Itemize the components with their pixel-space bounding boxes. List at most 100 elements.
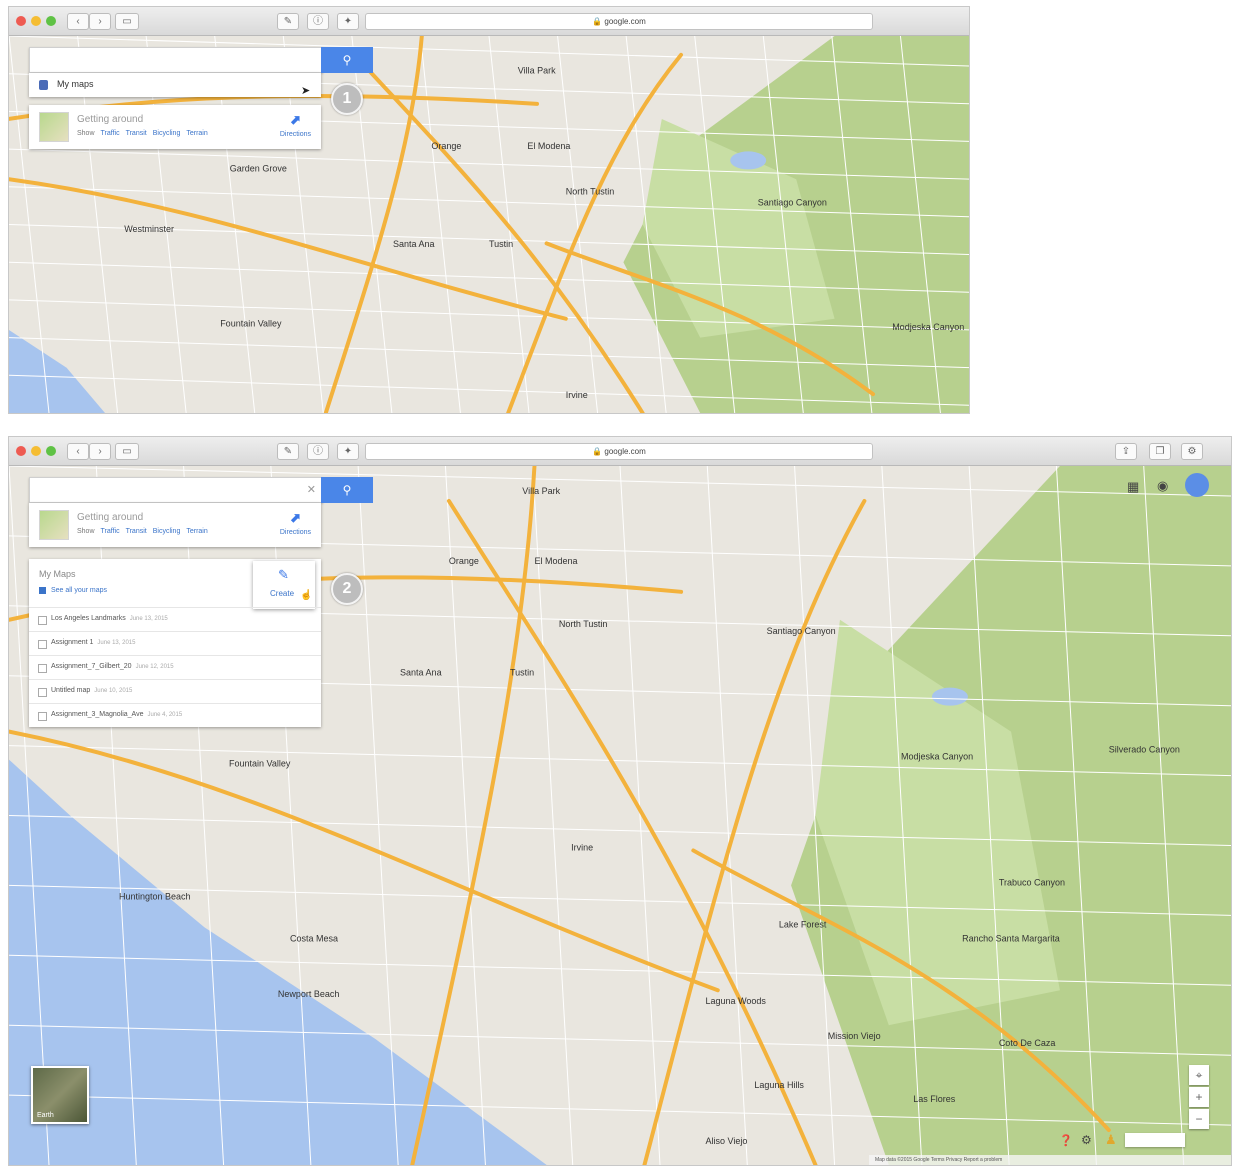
terrain-link[interactable]: Terrain bbox=[186, 130, 207, 137]
map-list-item[interactable]: Assignment_3_Magnolia_Ave June 4, 2015 bbox=[29, 703, 321, 728]
place-label: Mission Viejo bbox=[828, 1031, 881, 1041]
my-maps-suggestion[interactable]: My maps ➤ bbox=[29, 73, 321, 97]
directions-link[interactable]: Directions bbox=[280, 529, 311, 536]
place-label: Westminster bbox=[124, 224, 174, 234]
bicycling-link[interactable]: Bicycling bbox=[153, 528, 181, 535]
search-button[interactable]: ⚲ bbox=[321, 47, 373, 73]
bicycling-link[interactable]: Bicycling bbox=[153, 130, 181, 137]
place-label: Modjeska Canyon bbox=[901, 752, 973, 762]
directions-link[interactable]: Directions bbox=[280, 131, 311, 138]
getting-around-title: Getting around bbox=[77, 512, 144, 523]
sidebar-toggle-button[interactable]: ▭ bbox=[115, 13, 139, 30]
terrain-link[interactable]: Terrain bbox=[186, 528, 207, 535]
settings-gear-icon[interactable]: ⚙ bbox=[1081, 1133, 1092, 1147]
avatar[interactable] bbox=[1185, 473, 1209, 497]
place-label: Costa Mesa bbox=[290, 933, 338, 943]
directions-icon[interactable]: ⬈ bbox=[290, 510, 301, 526]
map-list-item[interactable]: Assignment 1 June 13, 2015 bbox=[29, 631, 321, 656]
share-icon[interactable]: ⇪ bbox=[1115, 443, 1137, 460]
browser-window-step-2: ‹ › ▭ ✎ ⓘ ✦ 🔒 google.com ⇪ ❐ ⚙ Orange El … bbox=[8, 436, 1232, 1166]
step-callout-1: 1 bbox=[331, 83, 363, 115]
address-bar[interactable]: 🔒 google.com bbox=[365, 443, 873, 460]
lake-water bbox=[931, 687, 968, 706]
checkbox-icon[interactable] bbox=[38, 664, 47, 673]
map-name: Los Angeles Landmarks June 13, 2015 bbox=[51, 615, 168, 622]
map-list-item[interactable]: Untitled map June 10, 2015 bbox=[29, 679, 321, 704]
forward-button[interactable]: › bbox=[89, 443, 111, 460]
apps-grid-icon[interactable]: ▦ bbox=[1127, 479, 1139, 495]
transit-link[interactable]: Transit bbox=[126, 528, 147, 535]
place-label: Silverado Canyon bbox=[1109, 745, 1180, 755]
url-text: google.com bbox=[604, 447, 646, 456]
pegman-icon[interactable]: ♟ bbox=[1105, 1132, 1117, 1148]
getting-around-card[interactable]: Getting around Show Traffic Transit Bicycli… bbox=[29, 503, 321, 547]
zoom-in-button[interactable]: + bbox=[1189, 1087, 1209, 1107]
search-button[interactable]: ⚲ bbox=[321, 477, 373, 503]
zoom-window-button[interactable] bbox=[46, 446, 56, 456]
search-input[interactable] bbox=[36, 480, 300, 502]
sidebar-toggle-button[interactable]: ▭ bbox=[115, 443, 139, 460]
notifications-icon[interactable]: ◉ bbox=[1157, 478, 1168, 494]
zoom-window-button[interactable] bbox=[46, 16, 56, 26]
settings-gear-icon[interactable]: ⚙ bbox=[1181, 443, 1203, 460]
create-label: Create bbox=[270, 589, 295, 598]
help-icon[interactable]: ❓ bbox=[1059, 1134, 1073, 1147]
reader-icon[interactable]: ⓘ bbox=[307, 13, 329, 30]
my-maps-panel: My Maps See all your maps ✎ Create ☝ Los… bbox=[29, 559, 321, 727]
place-label: Huntington Beach bbox=[119, 891, 191, 901]
search-icon: ⚲ bbox=[342, 483, 352, 497]
cursor-icon: ☝ bbox=[300, 590, 313, 601]
forward-button[interactable]: › bbox=[89, 13, 111, 30]
transit-link[interactable]: Transit bbox=[126, 130, 147, 137]
my-location-button[interactable]: ⌖ bbox=[1189, 1065, 1209, 1085]
checkbox-icon[interactable] bbox=[38, 688, 47, 697]
directions-icon[interactable]: ⬈ bbox=[290, 112, 301, 128]
place-label: Modjeska Canyon bbox=[892, 322, 964, 332]
zoom-out-button[interactable]: − bbox=[1189, 1109, 1209, 1129]
earth-view-toggle[interactable]: Earth bbox=[31, 1066, 89, 1124]
pin-icon[interactable]: ✦ bbox=[337, 13, 359, 30]
back-button[interactable]: ‹ bbox=[67, 443, 89, 460]
search-box[interactable] bbox=[29, 47, 323, 73]
minimize-window-button[interactable] bbox=[31, 446, 41, 456]
close-window-button[interactable] bbox=[16, 446, 26, 456]
close-icon[interactable]: ✕ bbox=[307, 483, 316, 496]
checkbox-icon[interactable] bbox=[38, 616, 47, 625]
checkbox-icon[interactable] bbox=[38, 640, 47, 649]
place-label: Villa Park bbox=[522, 486, 560, 496]
place-label: Laguna Hills bbox=[754, 1080, 804, 1090]
map-title: Assignment_3_Magnolia_Ave bbox=[51, 711, 144, 718]
place-label: Irvine bbox=[566, 390, 588, 400]
place-label: Newport Beach bbox=[278, 989, 340, 999]
checkbox-icon[interactable] bbox=[38, 712, 47, 721]
see-all-maps-link[interactable]: See all your maps bbox=[51, 587, 107, 594]
step-callout-2: 2 bbox=[331, 573, 363, 605]
traffic-link[interactable]: Traffic bbox=[101, 528, 120, 535]
place-label: North Tustin bbox=[559, 619, 608, 629]
map-list-item[interactable]: Assignment_7_Gilbert_20 June 12, 2015 bbox=[29, 655, 321, 680]
place-label: Aliso Viejo bbox=[706, 1136, 748, 1146]
minimize-window-button[interactable] bbox=[31, 16, 41, 26]
create-map-button[interactable]: ✎ Create ☝ bbox=[253, 561, 315, 609]
map-list-item[interactable]: Los Angeles Landmarks June 13, 2015 bbox=[29, 607, 321, 632]
search-box[interactable]: ✕ bbox=[29, 477, 323, 503]
place-label: Laguna Woods bbox=[706, 996, 767, 1006]
person-icon bbox=[39, 80, 48, 90]
close-window-button[interactable] bbox=[16, 16, 26, 26]
extension-icon[interactable]: ✎ bbox=[277, 13, 299, 30]
tabs-icon[interactable]: ❐ bbox=[1149, 443, 1171, 460]
pin-icon[interactable]: ✦ bbox=[337, 443, 359, 460]
back-button[interactable]: ‹ bbox=[67, 13, 89, 30]
map-title: Los Angeles Landmarks bbox=[51, 615, 126, 622]
pencil-icon: ✎ bbox=[278, 567, 289, 582]
my-maps-title: My Maps bbox=[39, 569, 76, 579]
traffic-link[interactable]: Traffic bbox=[101, 130, 120, 137]
place-label: Fountain Valley bbox=[229, 759, 291, 769]
extension-icon[interactable]: ✎ bbox=[277, 443, 299, 460]
map-date: June 4, 2015 bbox=[147, 712, 183, 718]
getting-around-card[interactable]: Getting around Show Traffic Transit Bicycli… bbox=[29, 105, 321, 149]
imagery-carousel[interactable] bbox=[1125, 1133, 1185, 1147]
search-input[interactable] bbox=[36, 50, 300, 72]
address-bar[interactable]: 🔒 google.com bbox=[365, 13, 873, 30]
reader-icon[interactable]: ⓘ bbox=[307, 443, 329, 460]
